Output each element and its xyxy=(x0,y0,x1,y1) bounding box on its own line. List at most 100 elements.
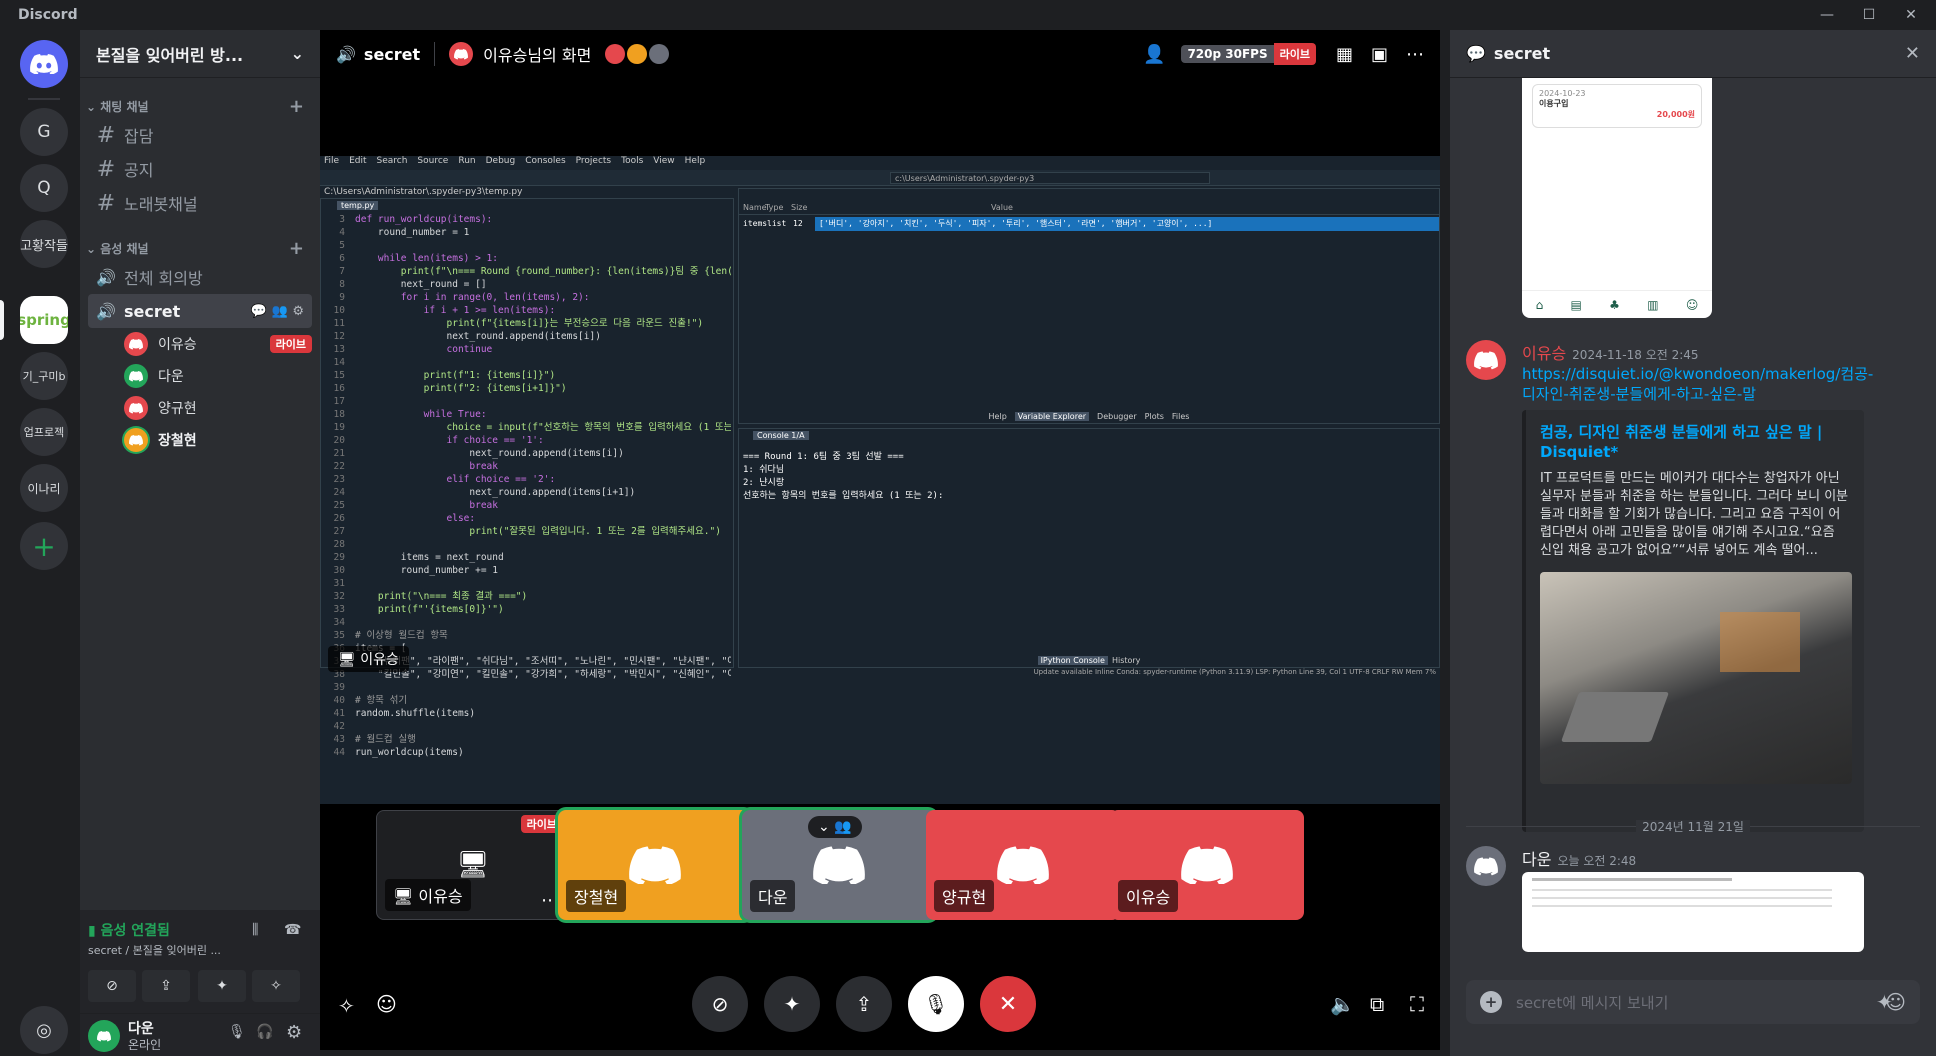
discover-icon[interactable]: ◎ xyxy=(20,1006,68,1054)
avatar[interactable] xyxy=(88,1020,120,1052)
tile-stream-preview[interactable]: 🖥 라이브 🖥 이유승 ⋯ xyxy=(376,810,570,920)
grid-layout-icon[interactable]: ▦ xyxy=(1336,44,1353,65)
mute-button[interactable]: 🎙 xyxy=(908,976,964,1032)
channel-notice[interactable]: # 공지 xyxy=(88,152,312,186)
image-attachment[interactable]: 2024-10-23 이용구입 20,000원 ⌂ ▤ ♣ ▥ ☺ xyxy=(1522,78,1712,318)
noise-suppression-icon[interactable]: ⫼ xyxy=(252,922,258,938)
code-line: print(f"\n=== Round {round_number}: {len… xyxy=(400,266,731,277)
guild-7[interactable]: 이나리 xyxy=(20,464,68,512)
line-number: 13 xyxy=(333,344,345,355)
activities-button[interactable]: ✦ xyxy=(764,976,820,1032)
camera-toggle-button[interactable]: ⊘ xyxy=(692,976,748,1032)
category-voice[interactable]: ⌄ 음성 채널 + xyxy=(80,236,320,260)
voice-channel-all-meeting[interactable]: 🔊 전체 회의방 xyxy=(88,260,312,294)
tile-user[interactable]: 양규현 xyxy=(926,810,1120,920)
home-button[interactable] xyxy=(20,40,68,88)
message-author[interactable]: 다운 xyxy=(1522,850,1551,869)
camera-button[interactable]: ⊘ xyxy=(88,970,136,1002)
soundboard-button[interactable]: ✧ xyxy=(252,970,300,1002)
guild-5[interactable]: 기_구미b xyxy=(20,352,68,400)
add-friends-icon[interactable]: 👤 xyxy=(1143,44,1165,65)
pane-tab[interactable]: Debugger xyxy=(1097,412,1137,421)
tile-user[interactable]: 장철현 xyxy=(558,810,752,920)
avatar[interactable] xyxy=(1466,846,1506,886)
code-line: elif choice == '2': xyxy=(355,474,556,485)
line-number: 42 xyxy=(333,721,345,732)
more-options-icon[interactable]: ⋯ xyxy=(1406,44,1424,65)
channel-music-bot[interactable]: # 노래봇채널 xyxy=(88,186,312,220)
close-icon[interactable]: ✕ xyxy=(1905,43,1920,64)
viewer-avatars[interactable] xyxy=(605,44,679,64)
message-link[interactable]: https://disquiet.io/@kwondoeon/makerlog/… xyxy=(1522,364,1882,404)
mic-icon[interactable]: 🎙 xyxy=(228,1024,246,1040)
message-author[interactable]: 이유승 xyxy=(1522,344,1566,363)
popout-icon[interactable]: ⧉ xyxy=(1370,992,1384,1016)
pane-tab[interactable]: Plots xyxy=(1145,412,1164,421)
user-settings-icon[interactable]: ⚙ xyxy=(286,1022,302,1043)
pane-tab[interactable]: IPython Console xyxy=(1037,656,1108,665)
image-attachment[interactable] xyxy=(1522,872,1864,952)
embed-image[interactable] xyxy=(1540,572,1852,784)
tile-hover-controls[interactable]: ⌄ 👥 xyxy=(808,816,862,838)
popout-chat-icon[interactable]: ▣ xyxy=(1371,44,1388,65)
tile-user[interactable]: ⌄ 👥 다운 xyxy=(742,810,936,920)
guild-spring[interactable]: spring xyxy=(20,296,68,344)
headphones-icon[interactable]: 🎧 xyxy=(256,1024,273,1040)
category-text[interactable]: ⌄ 채팅 채널 + xyxy=(80,94,320,118)
apps-icon[interactable]: ✦ xyxy=(1876,990,1893,1014)
line-number: 31 xyxy=(333,578,345,589)
pane-tab[interactable]: History xyxy=(1112,656,1140,665)
voice-user[interactable]: 다운 xyxy=(124,360,312,392)
voice-user[interactable]: 이유승 라이브 xyxy=(124,328,312,360)
shared-screen[interactable]: File Edit Search Source Run Debug Consoles Proj… xyxy=(320,156,1440,804)
avatar[interactable] xyxy=(1466,340,1506,380)
maximize-icon[interactable]: ☐ xyxy=(1848,7,1890,23)
line-number: 35 xyxy=(333,630,345,641)
add-channel-icon[interactable]: + xyxy=(289,96,304,117)
add-server-icon[interactable]: + xyxy=(20,522,68,570)
chat-bubble-icon[interactable]: 💬 xyxy=(251,304,267,319)
guild-divider xyxy=(28,98,60,100)
pane-tab[interactable]: Files xyxy=(1172,412,1190,421)
message-input[interactable]: + secret에 메시지 보내기 ☺ xyxy=(1466,980,1920,1024)
invite-icon[interactable]: 👥 xyxy=(272,304,288,319)
voice-connected-title[interactable]: ▮ 음성 연결됨 xyxy=(88,920,170,940)
screen-share-button[interactable]: ⇪ xyxy=(836,976,892,1032)
attach-plus-icon[interactable]: + xyxy=(1480,991,1502,1013)
guild-g[interactable]: G xyxy=(20,108,68,156)
channel-jabdam[interactable]: # 잡담 xyxy=(88,118,312,152)
soundboard-icon[interactable]: ✧ xyxy=(338,994,355,1018)
tile-user[interactable]: 이유승 xyxy=(1110,810,1304,920)
pane-tab[interactable]: Help xyxy=(989,412,1007,421)
code-line: items = [ xyxy=(355,642,731,655)
channel-sidebar: 본질을 잊어버린 방... ⌄ ⌄ 채팅 채널 + # 잡담 # 공지 # 노래봇채널 … xyxy=(80,30,320,1056)
var-row[interactable]: items list 12 ['버디', '강아지', '치킨', '두식', '피자… xyxy=(739,217,1439,231)
var-pane-tabs: Help Variable Explorer Debugger Plots Files xyxy=(739,412,1439,421)
guild-q[interactable]: Q xyxy=(20,164,68,212)
sharer-name: 이유승 xyxy=(360,652,399,668)
emoji-icon[interactable]: ☺ xyxy=(376,992,397,1016)
embed-title[interactable]: 컴공, 디자인 취준생 분들에게 하고 싶은 말 | Disquiet* xyxy=(1540,422,1850,462)
voice-channel-secret[interactable]: 🔊 secret 💬 👥 ⚙ xyxy=(88,294,312,328)
more-options-icon[interactable]: ⋯ xyxy=(541,890,559,911)
var-col-header: Type xyxy=(765,203,784,212)
active-guild-pill xyxy=(0,300,4,340)
disconnect-icon[interactable]: ☎ xyxy=(284,922,301,938)
gear-icon[interactable]: ⚙ xyxy=(292,304,304,319)
fullscreen-icon[interactable]: ⛶ xyxy=(1410,992,1424,1016)
pane-tab[interactable]: Variable Explorer xyxy=(1014,412,1090,421)
volume-icon[interactable]: 🔈 xyxy=(1330,992,1355,1016)
order-card: 2024-10-23 이용구입 20,000원 xyxy=(1532,84,1702,128)
console-tab[interactable]: Console 1/A xyxy=(753,431,809,440)
server-header[interactable]: 본질을 잊어버린 방... ⌄ xyxy=(80,30,320,78)
minimize-icon[interactable]: — xyxy=(1806,7,1848,23)
add-channel-icon[interactable]: + xyxy=(289,238,304,259)
leave-call-button[interactable]: ✕ xyxy=(980,976,1036,1032)
close-window-icon[interactable]: ✕ xyxy=(1890,7,1932,23)
guild-3[interactable]: 고황작들 xyxy=(20,220,68,268)
voice-user[interactable]: 장철현 xyxy=(124,424,312,456)
guild-6[interactable]: 업프로젝 xyxy=(20,408,68,456)
activities-button[interactable]: ✦ xyxy=(198,970,246,1002)
voice-user[interactable]: 양규현 xyxy=(124,392,312,424)
screen-share-button[interactable]: ⇪ xyxy=(142,970,190,1002)
